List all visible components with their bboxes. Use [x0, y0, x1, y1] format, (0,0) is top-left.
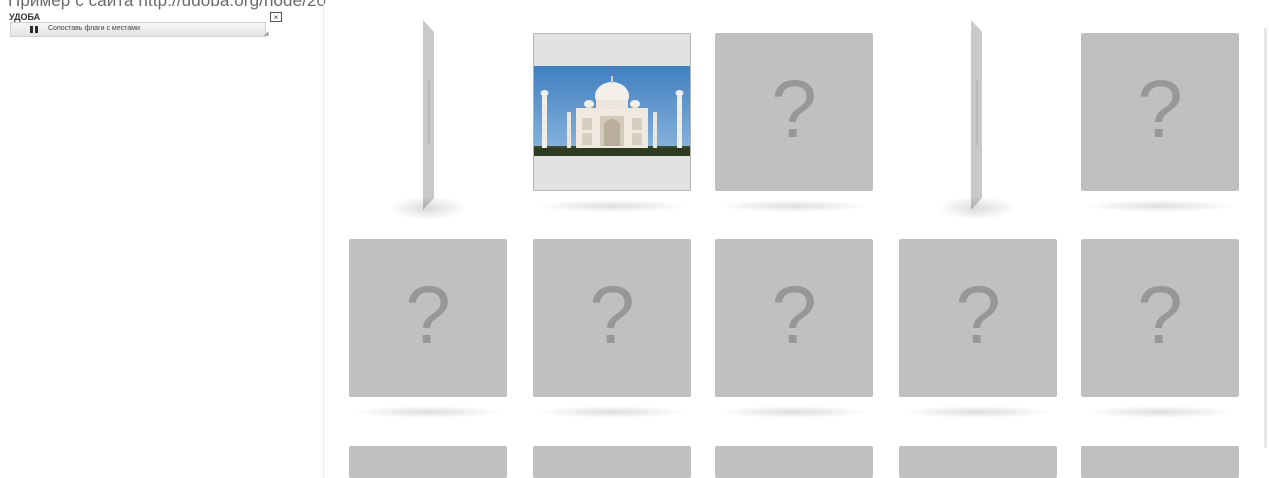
card-shadow: [353, 406, 503, 418]
taj-mahal-image: [534, 66, 690, 156]
card-hidden[interactable]: [533, 446, 691, 478]
card-hidden[interactable]: ?: [1081, 33, 1239, 191]
card-hidden[interactable]: ?: [349, 239, 507, 397]
card-flipping-2[interactable]: [968, 20, 988, 210]
card-hidden[interactable]: ?: [1081, 239, 1239, 397]
card-hidden[interactable]: ?: [533, 239, 691, 397]
card-shadow: [389, 196, 467, 220]
card-hidden[interactable]: [715, 446, 873, 478]
card-shadow: [719, 406, 869, 418]
card-shadow: [1085, 200, 1235, 212]
card-hidden[interactable]: [899, 446, 1057, 478]
card-hidden[interactable]: ?: [899, 239, 1057, 397]
scrollbar[interactable]: [1264, 28, 1267, 448]
panel-divider: [323, 0, 324, 478]
card-hidden[interactable]: ?: [715, 33, 873, 191]
resize-handle-icon[interactable]: ◢: [264, 30, 269, 37]
card-hidden[interactable]: ?: [715, 239, 873, 397]
card-shadow: [938, 196, 1016, 220]
audio-player: Сопоставь флаги с местами: [10, 22, 266, 37]
question-mark: ?: [589, 270, 635, 361]
card-shadow: [1085, 406, 1235, 418]
question-mark: ?: [771, 270, 817, 361]
question-mark: ?: [1137, 270, 1183, 361]
question-mark: ?: [771, 64, 817, 155]
card-hidden[interactable]: [349, 446, 507, 478]
question-mark: ?: [955, 270, 1001, 361]
question-mark: ?: [1137, 64, 1183, 155]
exercise-title: Сопоставь флаги с местами: [48, 25, 140, 32]
app-name: УДОБА: [9, 12, 41, 22]
card-shadow: [719, 200, 869, 212]
card-flipping-1[interactable]: [420, 20, 440, 210]
page-caption: Пример с сайта http://udoba.org/node/20: [8, 0, 327, 10]
pause-icon[interactable]: [30, 26, 38, 33]
card-shadow: [903, 406, 1053, 418]
card-revealed[interactable]: [533, 33, 691, 191]
card-shadow: [537, 406, 687, 418]
question-mark: ?: [405, 270, 451, 361]
card-hidden[interactable]: [1081, 446, 1239, 478]
close-icon[interactable]: ×: [270, 12, 282, 22]
card-shadow: [537, 200, 687, 212]
